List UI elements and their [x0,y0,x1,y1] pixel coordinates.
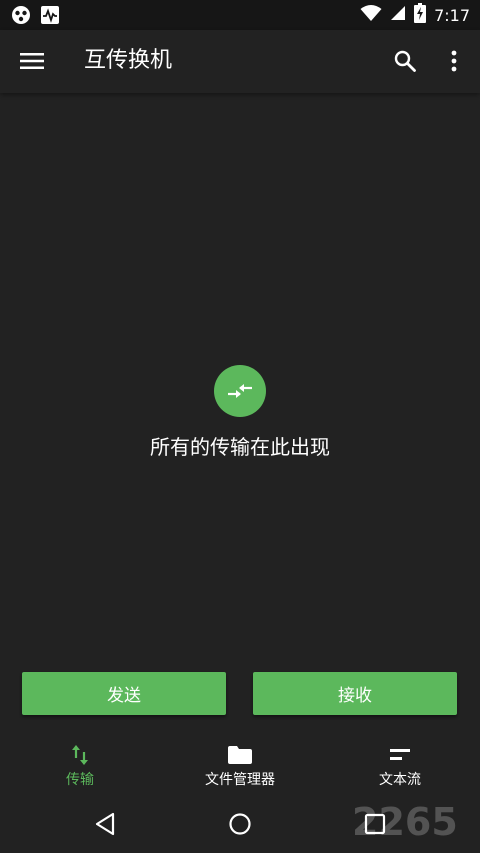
swap-vert-icon [0,743,160,767]
transfer-arrows-icon [214,365,266,417]
status-icons: x 7:17 [360,3,470,27]
bottom-navigation: 传输 文件管理器 文本流 [0,735,480,795]
menu-button[interactable] [16,45,48,77]
watermark-logo: 2265 [352,799,476,844]
notification-app-icon [11,5,31,25]
svg-text:2265: 2265 [352,800,458,843]
receive-button[interactable]: 接收 [253,672,457,715]
back-icon [95,812,115,836]
back-button[interactable] [90,809,120,839]
nav-item-transfer[interactable]: 传输 [0,735,160,795]
wifi-icon: x [360,4,382,26]
pulse-monitor-icon [40,5,60,25]
nav-label-text-stream: 文本流 [379,772,421,788]
search-icon [394,50,416,72]
page-title: 互传换机 [84,48,173,73]
app-bar: 互传换机 [0,30,480,93]
more-vert-icon [451,50,457,72]
home-button[interactable] [225,809,255,839]
more-options-button[interactable] [440,45,468,77]
nav-label-transfer: 传输 [66,772,94,788]
nav-item-file-manager[interactable]: 文件管理器 [160,735,320,795]
search-button[interactable] [389,45,421,77]
send-button[interactable]: 发送 [22,672,226,715]
menu-icon [20,53,44,69]
short-text-icon [320,743,480,767]
empty-state-message: 所有的传输在此出现 [150,435,330,459]
signal-icon [390,5,406,25]
svg-text:x: x [374,15,378,22]
home-icon [229,813,251,835]
nav-label-file-manager: 文件管理器 [205,772,275,788]
nav-item-text-stream[interactable]: 文本流 [320,735,480,795]
folder-icon [160,743,320,767]
app-screen: x 7:17 互传换机 所有的传输在此出现 发送 接收 传输 文件管理器 文本流… [0,0,480,853]
battery-charging-icon [414,3,427,27]
status-time: 7:17 [434,5,470,25]
status-bar: x 7:17 [0,0,480,30]
